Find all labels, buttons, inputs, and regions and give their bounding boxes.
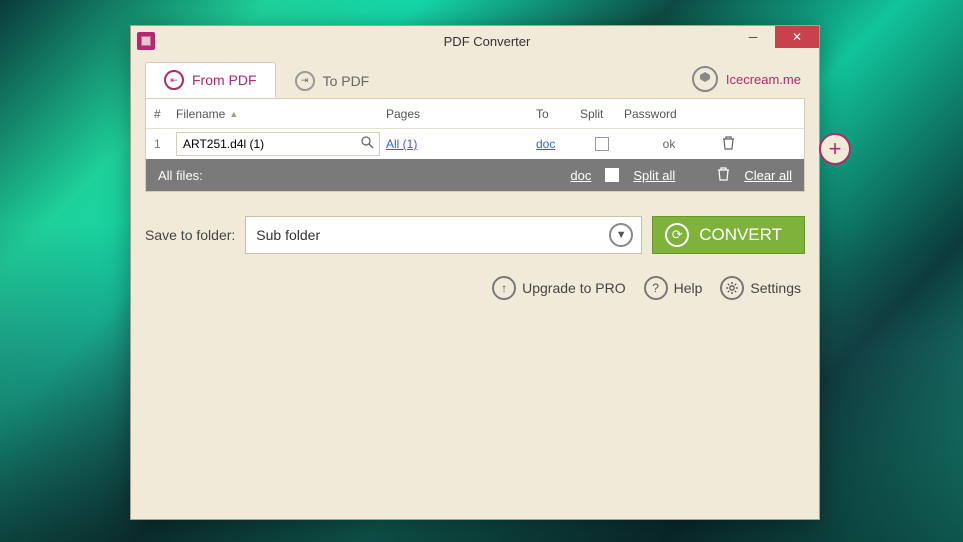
tab-to-pdf[interactable]: ⇥ To PDF bbox=[276, 62, 389, 98]
row-num: 1 bbox=[154, 137, 176, 151]
folder-value: Sub folder bbox=[256, 227, 320, 243]
convert-button[interactable]: ⟳ CONVERT bbox=[652, 216, 805, 254]
split-all-checkbox[interactable] bbox=[605, 168, 619, 182]
sort-asc-icon: ▲ bbox=[229, 109, 238, 119]
filename-input[interactable] bbox=[176, 132, 380, 156]
save-label: Save to folder: bbox=[145, 227, 235, 243]
settings-link[interactable]: Settings bbox=[720, 276, 801, 300]
search-icon[interactable] bbox=[361, 136, 374, 152]
convert-label: CONVERT bbox=[699, 225, 782, 245]
to-pdf-icon: ⇥ bbox=[295, 71, 315, 91]
convert-icon: ⟳ bbox=[665, 223, 689, 247]
col-split: Split bbox=[580, 107, 624, 121]
help-icon: ? bbox=[644, 276, 668, 300]
pages-link[interactable]: All (1) bbox=[386, 137, 417, 151]
to-format-link[interactable]: doc bbox=[536, 137, 555, 151]
app-window: PDF Converter ─ ✕ ⇤ From PDF ⇥ To PDF Ic… bbox=[130, 25, 820, 520]
col-filename[interactable]: Filename ▲ bbox=[176, 107, 386, 121]
app-icon bbox=[137, 32, 155, 50]
folder-input[interactable]: Sub folder ▼ bbox=[245, 216, 642, 254]
summary-bar: All files: doc Split all Clear all bbox=[146, 159, 804, 191]
footer: ↑ Upgrade to PRO ? Help Settings bbox=[131, 276, 801, 300]
titlebar: PDF Converter ─ ✕ bbox=[131, 26, 819, 56]
brand-icon bbox=[692, 66, 718, 92]
table-row: 1 All (1) doc ok bbox=[146, 129, 804, 159]
tab-label: To PDF bbox=[323, 73, 370, 89]
split-checkbox[interactable] bbox=[595, 137, 609, 151]
minimize-button[interactable]: ─ bbox=[731, 26, 775, 48]
delete-row-button[interactable] bbox=[714, 136, 742, 153]
brand-label: Icecream.me bbox=[726, 72, 801, 87]
gear-icon bbox=[720, 276, 744, 300]
folder-dropdown-button[interactable]: ▼ bbox=[609, 223, 633, 247]
tab-from-pdf[interactable]: ⇤ From PDF bbox=[145, 62, 276, 98]
upgrade-link[interactable]: ↑ Upgrade to PRO bbox=[492, 276, 626, 300]
save-row: Save to folder: Sub folder ▼ ⟳ CONVERT bbox=[145, 216, 805, 254]
col-to: To bbox=[536, 107, 580, 121]
brand-link[interactable]: Icecream.me bbox=[692, 66, 801, 92]
all-files-label: All files: bbox=[158, 168, 203, 183]
col-password: Password bbox=[624, 107, 714, 121]
close-button[interactable]: ✕ bbox=[775, 26, 819, 48]
upgrade-icon: ↑ bbox=[492, 276, 516, 300]
add-file-button[interactable]: + bbox=[819, 133, 851, 165]
summary-format[interactable]: doc bbox=[570, 168, 591, 183]
tabs: ⇤ From PDF ⇥ To PDF Icecream.me bbox=[145, 62, 805, 98]
table-header: # Filename ▲ Pages To Split Password bbox=[146, 99, 804, 129]
col-pages: Pages bbox=[386, 107, 536, 121]
col-num: # bbox=[154, 107, 176, 121]
help-link[interactable]: ? Help bbox=[644, 276, 703, 300]
tab-label: From PDF bbox=[192, 72, 257, 88]
password-status: ok bbox=[624, 137, 714, 151]
window-title: PDF Converter bbox=[155, 34, 819, 49]
trash-icon bbox=[717, 167, 730, 184]
split-all-link[interactable]: Split all bbox=[633, 168, 675, 183]
from-pdf-icon: ⇤ bbox=[164, 70, 184, 90]
clear-all-link[interactable]: Clear all bbox=[744, 168, 792, 183]
